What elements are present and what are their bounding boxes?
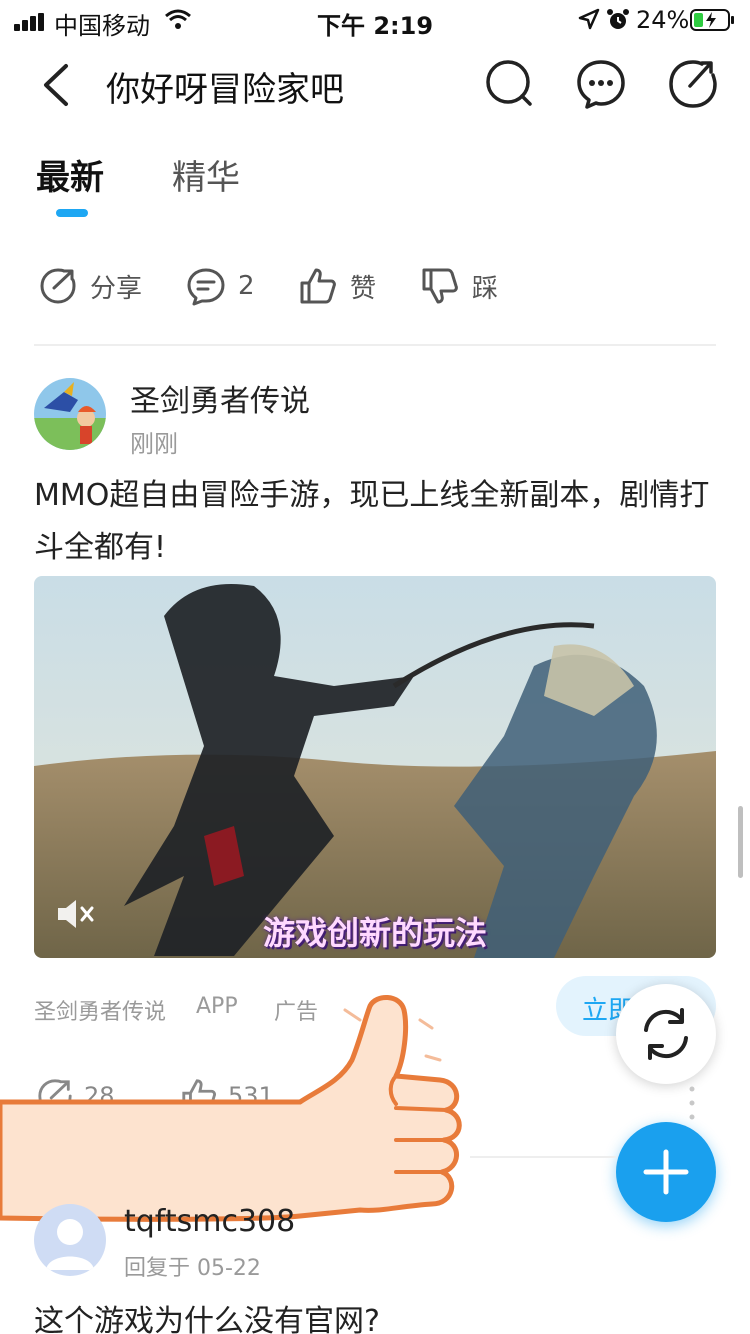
more-dots-icon xyxy=(689,1086,695,1120)
back-icon[interactable] xyxy=(36,60,80,110)
video-player[interactable]: 游戏创新的玩法 xyxy=(34,576,716,958)
reply-text: 这个游戏为什么没有官网? xyxy=(34,1304,380,1334)
thumbs-up-hand-icon xyxy=(0,995,462,1222)
new-post-button[interactable] xyxy=(616,1122,716,1222)
post-author[interactable]: 圣剑勇者传说 xyxy=(130,376,310,420)
tab-featured[interactable]: 精华 xyxy=(172,150,240,199)
status-bar: 中国移动 下午 2:19 24% xyxy=(0,0,750,42)
dislike-button[interactable]: 踩 xyxy=(420,264,498,308)
comment-icon xyxy=(187,268,225,306)
scrollbar[interactable] xyxy=(738,806,743,878)
video-frame xyxy=(34,576,716,958)
plus-icon xyxy=(643,1149,689,1195)
comment-button[interactable]: 2 xyxy=(186,264,255,308)
page-title: 你好呀冒险家吧 xyxy=(106,70,344,110)
thumbs-down-icon xyxy=(422,268,458,304)
alarm-icon xyxy=(607,9,629,29)
compose-icon[interactable] xyxy=(668,58,718,110)
reply-meta: 回复于 05-22 xyxy=(124,1256,261,1281)
battery-percent: 24% xyxy=(636,6,690,34)
divider xyxy=(470,1156,616,1158)
share-button[interactable]: 分享 xyxy=(38,264,142,308)
divider xyxy=(34,344,716,346)
search-icon[interactable] xyxy=(484,58,534,110)
avatar[interactable] xyxy=(34,378,106,450)
dislike-label: 踩 xyxy=(472,273,499,304)
refresh-icon xyxy=(644,1008,688,1060)
location-icon xyxy=(578,8,600,30)
tab-latest[interactable]: 最新 xyxy=(36,150,104,199)
reply-author[interactable]: tqftsmc308 xyxy=(124,1204,295,1239)
post-text: MMO超自由冒险手游，现已上线全新副本，剧情打斗全都有! xyxy=(34,478,710,565)
more-icon[interactable] xyxy=(576,58,626,110)
battery-icon xyxy=(690,9,734,31)
like-button[interactable]: 赞 xyxy=(298,264,376,308)
refresh-button[interactable] xyxy=(616,984,716,1084)
video-caption: 游戏创新的玩法 xyxy=(262,914,487,952)
comment-count: 2 xyxy=(238,271,255,301)
avatar[interactable] xyxy=(34,1204,106,1276)
like-label: 赞 xyxy=(350,273,377,304)
share-icon xyxy=(40,268,76,304)
post-time: 刚刚 xyxy=(130,430,178,458)
share-label: 分享 xyxy=(90,273,143,304)
thumbs-up-icon xyxy=(300,268,336,304)
tab-indicator xyxy=(56,209,88,217)
